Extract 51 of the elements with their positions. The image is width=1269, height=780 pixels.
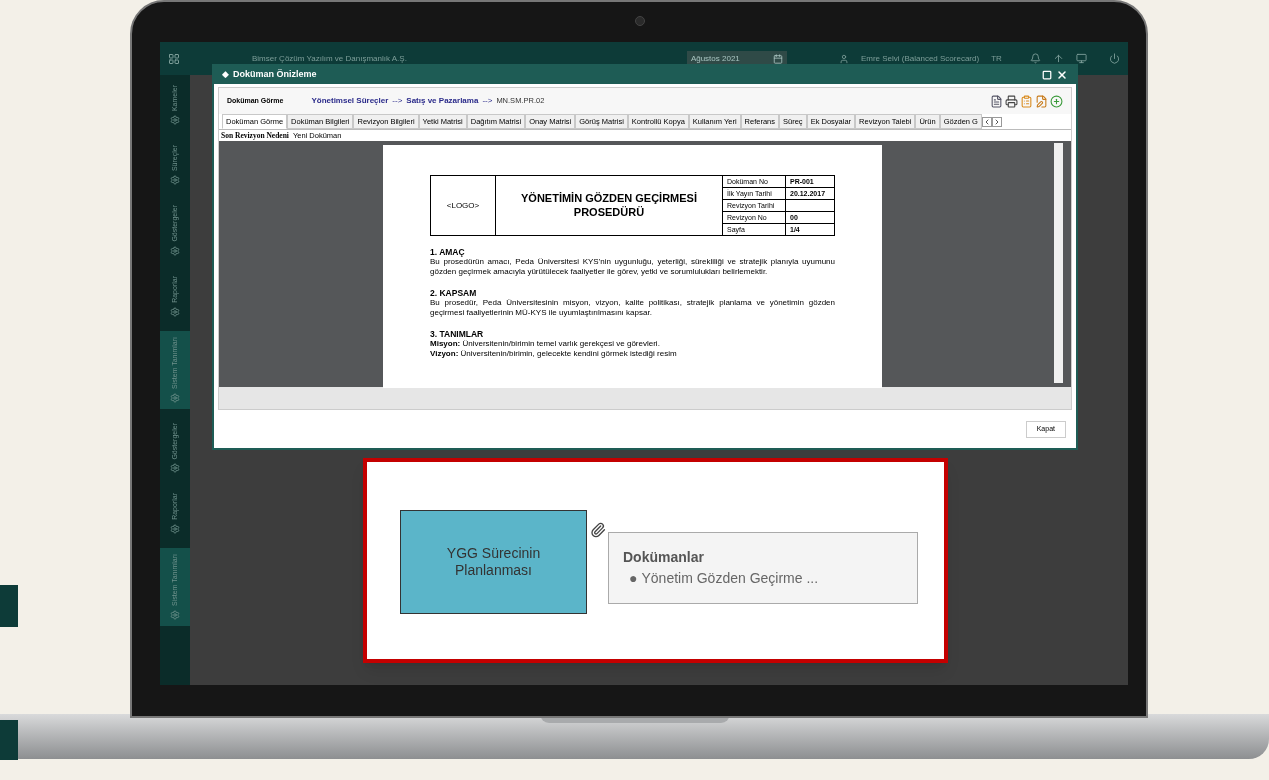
dialog-title: Doküman Önizleme <box>233 68 317 82</box>
gear-icon <box>170 306 180 317</box>
gear-icon <box>170 245 180 256</box>
documents-title: Dokümanlar <box>623 548 705 567</box>
breadcrumb-item[interactable]: Satış ve Pazarlama <box>406 95 479 107</box>
scroll-right-icon[interactable] <box>991 117 1002 127</box>
edit-document-icon[interactable] <box>1035 94 1048 108</box>
company-name: Bimser Çözüm Yazılım ve Danışmanlık A.Ş. <box>252 52 407 65</box>
paragraph: Bu prosedür, Peda Üniversitesinin misyon, vizyon, kalite politikası, stratejik planlama ve yönetimin gözden geçirmesi faaliyetlerinin MÜ-KYS ile uyumlaştırılmasını kapsar. <box>430 298 835 318</box>
logo-cell: <LOGO> <box>431 176 496 235</box>
close-icon[interactable] <box>1056 69 1068 81</box>
paragraph: Misyon: Üniversitenin/birimin temel varlık gerekçesi ve görevleri. <box>430 339 661 349</box>
apps-icon[interactable] <box>168 52 180 65</box>
breadcrumb-arrow: --> <box>482 95 493 107</box>
print-icon[interactable] <box>1005 94 1018 108</box>
gear-icon <box>170 175 180 186</box>
paragraph: Bu prosedürün amacı, Peda Üniversitesi KYS'nin uygunluğu, yeterliği, sürekliliği ve stratejik planıyla uyumunu gözden geçirmek amacıyla yürütülecek faaliyetler ile görev, yetki ve sorumlulukları belirlemektir. <box>430 257 835 277</box>
scroll-left-icon[interactable] <box>981 117 992 127</box>
gear-icon <box>170 524 180 535</box>
user-icon <box>838 53 849 64</box>
paragraph: Vizyon: Üniversitenin/birimin, gelecekte kendini görmek istediği resim <box>430 349 678 359</box>
section-heading: 2. KAPSAM <box>430 288 478 298</box>
add-icon[interactable] <box>1050 94 1063 108</box>
document-icon[interactable] <box>990 94 1003 108</box>
language-selector[interactable]: TR <box>991 52 1002 65</box>
scrollbar[interactable] <box>1054 143 1063 383</box>
document-link[interactable]: Yönetim Gözden Geçirme ... <box>641 568 819 589</box>
camera-icon <box>635 16 645 26</box>
title-cell: YÖNETİMİN GÖZDEN GEÇİRMESİ PROSEDÜRÜ <box>496 176 723 235</box>
gear-icon <box>170 392 180 403</box>
diamond-marker: ◆ <box>222 68 229 82</box>
process-node: YGG Sürecinin Planlanması <box>400 510 587 614</box>
decoration-block <box>0 720 18 760</box>
gear-icon <box>170 610 180 621</box>
bell-icon[interactable] <box>1029 53 1041 64</box>
decoration-block <box>0 585 18 627</box>
user-name[interactable]: Emre Selvi (Balanced Scorecard) <box>860 52 980 65</box>
breadcrumb-arrow: --> <box>392 95 403 107</box>
gear-icon <box>170 463 180 474</box>
power-icon[interactable] <box>1109 53 1120 64</box>
clipboard-icon[interactable] <box>1020 94 1033 108</box>
section-heading: 1. AMAÇ <box>430 247 466 257</box>
gear-icon <box>170 115 180 126</box>
bullet: ● <box>629 569 638 588</box>
monitor-icon[interactable] <box>1075 53 1087 64</box>
section-heading: 3. TANIMLAR <box>430 329 485 339</box>
paperclip-icon <box>590 522 606 538</box>
maximize-icon[interactable] <box>1042 70 1052 80</box>
breadcrumb-item[interactable]: Yönetimsel Süreçler <box>311 95 389 107</box>
calendar-icon <box>772 53 783 64</box>
upload-icon[interactable] <box>1052 53 1064 64</box>
